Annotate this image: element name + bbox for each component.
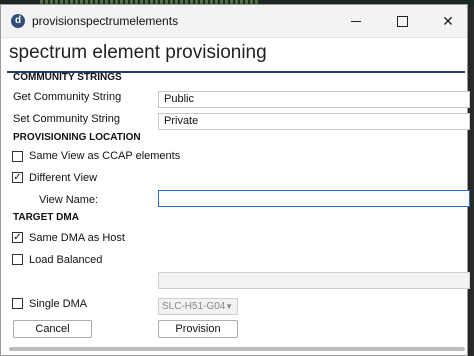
same-dma-label: Same DMA as Host <box>29 232 125 244</box>
horizontal-scrollbar[interactable] <box>9 347 465 351</box>
get-community-label: Get Community String <box>13 91 122 103</box>
minimize-icon <box>351 20 361 22</box>
title-bar[interactable]: d provisionspectrumelements ✕ <box>1 5 467 38</box>
cancel-button[interactable]: Cancel <box>13 320 92 338</box>
minimize-button[interactable] <box>333 5 379 37</box>
set-community-field[interactable]: Private <box>158 113 470 130</box>
provision-button[interactable]: Provision <box>158 320 238 338</box>
single-dma-selected-value: SLC-H51-G04 <box>162 301 226 312</box>
section-target-dma: TARGET DMA <box>13 212 79 223</box>
close-button[interactable]: ✕ <box>425 5 471 37</box>
get-community-field[interactable]: Public <box>158 91 470 108</box>
checkmark-icon: ✓ <box>13 172 22 183</box>
page-title: spectrum element provisioning <box>9 42 267 63</box>
section-provisioning-location: PROVISIONING LOCATION <box>13 132 141 143</box>
different-view-checkbox[interactable]: ✓ <box>12 172 23 183</box>
app-icon: d <box>11 14 25 28</box>
view-name-label: View Name: <box>39 194 99 206</box>
single-dma-checkbox[interactable] <box>12 298 23 309</box>
maximize-icon <box>396 15 408 27</box>
load-balanced-label: Load Balanced <box>29 254 103 266</box>
view-name-input[interactable] <box>158 190 470 207</box>
maximize-button[interactable] <box>379 5 425 37</box>
different-view-label: Different View <box>29 172 98 184</box>
set-community-label: Set Community String <box>13 113 120 125</box>
load-balanced-field[interactable] <box>158 272 470 289</box>
checkmark-icon: ✓ <box>13 232 22 243</box>
close-icon: ✕ <box>442 12 454 29</box>
chevron-down-icon: ▼ <box>225 302 233 311</box>
window-title: provisionspectrumelements <box>32 14 179 28</box>
section-community-strings: COMMUNITY STRINGS <box>13 72 122 83</box>
same-dma-checkbox[interactable]: ✓ <box>12 232 23 243</box>
dialog-window: d provisionspectrumelements ✕ spectrum e… <box>0 4 470 356</box>
load-balanced-checkbox[interactable] <box>12 254 23 265</box>
same-view-checkbox[interactable] <box>12 151 23 162</box>
single-dma-select[interactable]: SLC-H51-G04 ▼ <box>158 298 238 315</box>
same-view-label: Same View as CCAP elements <box>29 150 181 162</box>
single-dma-label: Single DMA <box>29 298 88 310</box>
